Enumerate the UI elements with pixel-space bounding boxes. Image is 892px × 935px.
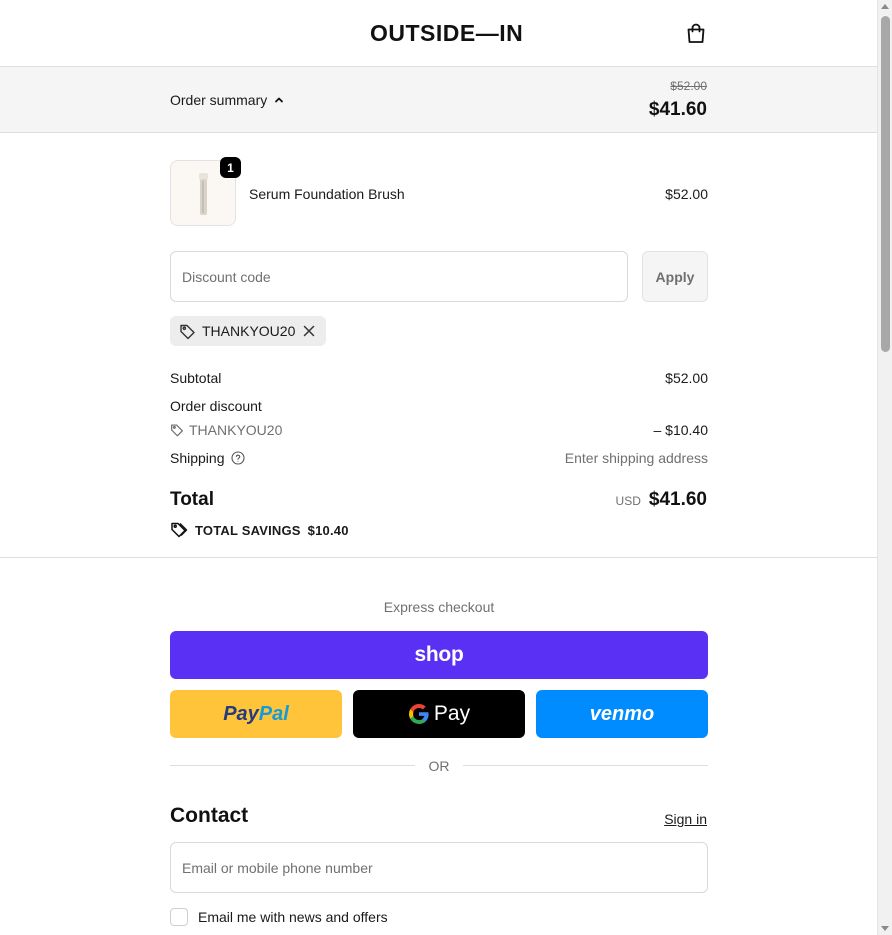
order-discount-label: Order discount [170,398,262,414]
newsletter-label: Email me with news and offers [198,909,388,925]
total-amount-group: USD $41.60 [616,489,707,511]
discount-value: – $10.40 [653,422,709,438]
line-item: 1 Serum Foundation Brush $52.00 [170,157,708,226]
order-summary-toggle[interactable]: Order summary [170,92,285,108]
venmo-logo: venmo [589,702,655,725]
shopping-bag-icon[interactable] [684,21,708,45]
shop-pay-button[interactable]: shop [170,631,708,679]
quantity-badge: 1 [220,157,241,178]
applied-discount-chip: THANKYOU20 [170,316,327,346]
shipping-row: Shipping Enter shipping address [170,450,708,466]
close-icon[interactable] [301,323,317,339]
newsletter-option[interactable]: Email me with news and offers [170,908,388,926]
section-divider [0,557,877,558]
savings-label: TOTAL SAVINGS [195,522,301,538]
contact-heading: Contact [170,804,249,827]
order-summary-bar[interactable]: Order summary $52.00 $41.60 [0,67,877,133]
discount-code-input[interactable] [170,251,628,302]
order-discount-row: Order discount [170,398,708,414]
applied-discount-code: THANKYOU20 [202,323,296,339]
email-or-phone-input[interactable] [170,842,708,893]
tags-icon [171,522,188,538]
google-g-icon [408,704,429,724]
paypal-button[interactable]: PayPal [170,690,342,738]
total-savings: TOTAL SAVINGS $10.40 [170,521,349,539]
subtotal-row: Subtotal $52.00 [170,370,708,386]
product-price: $52.00 [665,186,708,202]
vertical-scrollbar[interactable] [877,0,892,935]
shipping-value: Enter shipping address [564,450,708,466]
subtotal-label: Subtotal [170,370,222,386]
express-checkout-label: Express checkout [383,599,495,615]
savings-value: $10.40 [307,522,349,538]
discounted-price: $41.60 [648,99,707,120]
product-name: Serum Foundation Brush [249,186,405,202]
store-logo[interactable]: OUTSIDE—IN [370,20,523,47]
google-pay-label: Pay [433,702,471,725]
sign-in-link[interactable]: Sign in [664,811,707,827]
scroll-up-arrow-icon[interactable] [881,4,889,9]
newsletter-checkbox[interactable] [170,908,188,926]
discount-code-line: THANKYOU20 [170,422,708,438]
scroll-down-arrow-icon[interactable] [881,926,889,931]
total-amount: $41.60 [648,489,707,510]
shipping-label: Shipping [170,450,225,466]
tag-icon [171,424,183,437]
paypal-logo-pay: Pay [223,702,259,725]
order-summary-label: Order summary [170,92,268,108]
discount-code-row: THANKYOU20 – $10.40 [170,422,708,438]
google-pay-button[interactable]: Pay [353,690,525,738]
scrollbar-thumb[interactable] [881,16,890,352]
or-line-right [463,765,708,766]
checkout-page: OUTSIDE—IN Order summary $52.00 $41.60 1… [0,0,877,935]
venmo-button[interactable]: venmo [536,690,708,738]
shop-pay-logo: shop [414,643,464,666]
top-bar: OUTSIDE—IN [0,0,877,67]
or-label: OR [428,758,450,774]
tag-icon [180,324,195,339]
original-price: $52.00 [670,79,707,93]
chevron-up-icon [275,97,284,103]
total-label: Total [170,489,214,510]
help-circle-icon[interactable] [230,451,245,465]
paypal-logo-pal: Pal [258,702,289,725]
or-divider: OR [170,757,708,775]
total-currency: USD [615,494,641,508]
apply-discount-button[interactable]: Apply [642,251,708,302]
discount-code-name: THANKYOU20 [189,422,283,438]
subtotal-value: $52.00 [665,370,708,386]
